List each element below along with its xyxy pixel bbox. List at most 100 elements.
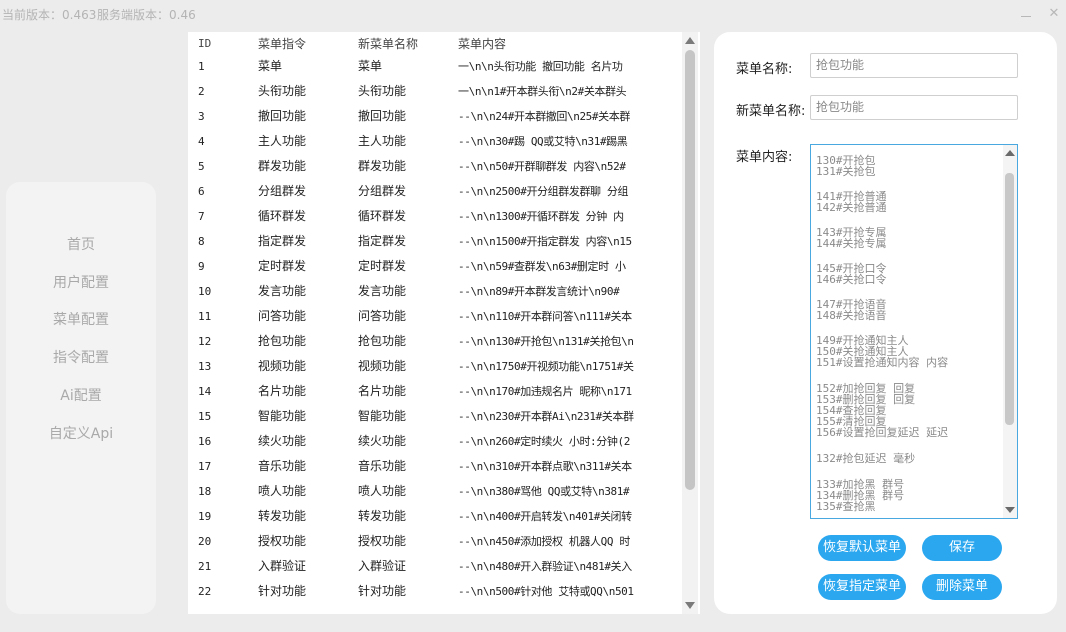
cell-id: 1 (198, 60, 205, 73)
cell-new-menu-name: 音乐功能 (358, 459, 407, 473)
cell-id: 7 (198, 210, 205, 223)
cell-id: 11 (198, 310, 212, 323)
cell-menu-content: --\n\n24#开本群撤回\n25#关本群 (458, 110, 630, 123)
sidebar-item-menu-config[interactable]: 菜单配置 (6, 309, 156, 329)
table-row[interactable]: 10 发言功能 发言功能 --\n\n89#开本群发言统计\n90# (188, 279, 678, 304)
cell-menu-content: --\n\n1300#开循环群发 分钟 内 (458, 210, 624, 223)
table-row[interactable]: 15 智能功能 智能功能 --\n\n230#开本群Ai\n231#关本群 (188, 404, 678, 429)
menu-content-textarea[interactable]: 130#开抢包 131#关抢包 141#开抢普通 142#关抢普通 143#开抢专属 14… (810, 144, 1018, 519)
sidebar-item-ai-config[interactable]: Ai配置 (6, 385, 156, 405)
cell-menu-content: --\n\n130#开抢包\n131#关抢包\n (458, 335, 634, 348)
table-row[interactable]: 5 群发功能 群发功能 --\n\n50#开群聊群发 内容\n52# (188, 154, 678, 179)
cell-new-menu-name: 发言功能 (358, 284, 407, 298)
cell-id: 20 (198, 535, 212, 548)
minimize-icon[interactable] (1018, 6, 1034, 22)
table-row[interactable]: 16 续火功能 续火功能 --\n\n260#定时续火 小时:分钟(2 (188, 429, 678, 454)
table-row[interactable]: 18 喷人功能 喷人功能 --\n\n380#骂他 QQ或艾特\n381# (188, 479, 678, 504)
new-menu-name-label: 新菜单名称: (736, 104, 806, 119)
cell-menu-command: 问答功能 (258, 309, 307, 323)
client-version: 当前版本：0.463 (2, 8, 97, 22)
cell-menu-command: 撤回功能 (258, 109, 307, 123)
cell-menu-content: --\n\n110#开本群问答\n111#关本 (458, 310, 632, 323)
table-row[interactable]: 1 菜单 菜单 一\n\n头衔功能 撤回功能 名片功 (188, 54, 678, 79)
content-line: 131#关抢包 (816, 165, 876, 178)
new-menu-name-input[interactable]: 抢包功能 (810, 95, 1018, 120)
cell-id: 18 (198, 485, 212, 498)
cell-menu-command: 指定群发 (258, 234, 307, 248)
cell-menu-command: 授权功能 (258, 534, 307, 548)
restore-specified-menu-button[interactable]: 恢复指定菜单 (818, 574, 906, 600)
menu-table: ID 菜单指令 新菜单名称 菜单内容 1 菜单 菜单 一\n\n头衔功能 撤回功能 名… (188, 32, 700, 614)
cell-menu-content: --\n\n310#开本群点歌\n311#关本 (458, 460, 632, 473)
cell-id: 3 (198, 110, 205, 123)
scroll-down-icon[interactable] (685, 602, 695, 609)
cell-menu-content: --\n\n450#添加授权 机器人QQ 时 (458, 535, 630, 548)
cell-new-menu-name: 转发功能 (358, 509, 407, 523)
header-new-menu-name: 新菜单名称 (358, 37, 419, 51)
textarea-scroll-down-icon[interactable] (1005, 507, 1015, 513)
table-row[interactable]: 3 撤回功能 撤回功能 --\n\n24#开本群撤回\n25#关本群 (188, 104, 678, 129)
cell-menu-content: --\n\n1750#开视频功能\n1751#关 (458, 360, 634, 373)
cell-menu-content: 一\n\n头衔功能 撤回功能 名片功 (458, 60, 623, 73)
table-row[interactable]: 20 授权功能 授权功能 --\n\n450#添加授权 机器人QQ 时 (188, 529, 678, 554)
cell-menu-command: 喷人功能 (258, 484, 307, 498)
sidebar-item-command-config[interactable]: 指令配置 (6, 347, 156, 367)
cell-menu-content: --\n\n230#开本群Ai\n231#关本群 (458, 410, 634, 423)
scroll-thumb[interactable] (685, 50, 695, 490)
cell-menu-command: 名片功能 (258, 384, 307, 398)
header-menu-command: 菜单指令 (258, 37, 307, 51)
cell-menu-content: --\n\n59#查群发\n63#删定时 小 (458, 260, 626, 273)
table-header: ID 菜单指令 新菜单名称 菜单内容 (188, 32, 678, 56)
cell-id: 19 (198, 510, 212, 523)
cell-new-menu-name: 抢包功能 (358, 334, 407, 348)
cell-id: 4 (198, 135, 205, 148)
save-button[interactable]: 保存 (922, 535, 1002, 561)
textarea-scroll-thumb[interactable] (1005, 173, 1014, 425)
table-row[interactable]: 11 问答功能 问答功能 --\n\n110#开本群问答\n111#关本 (188, 304, 678, 329)
textarea-scroll-up-icon[interactable] (1005, 150, 1015, 156)
cell-id: 22 (198, 585, 212, 598)
cell-id: 14 (198, 385, 212, 398)
table-row[interactable]: 21 入群验证 入群验证 --\n\n480#开入群验证\n481#关入 (188, 554, 678, 579)
table-row[interactable]: 12 抢包功能 抢包功能 --\n\n130#开抢包\n131#关抢包\n (188, 329, 678, 354)
restore-default-menu-button[interactable]: 恢复默认菜单 (818, 535, 906, 561)
header-id: ID (198, 37, 212, 50)
table-row[interactable]: 13 视频功能 视频功能 --\n\n1750#开视频功能\n1751#关 (188, 354, 678, 379)
cell-menu-content: --\n\n170#加违规名片 昵称\n171 (458, 385, 632, 398)
table-scrollbar[interactable] (682, 32, 698, 614)
table-row[interactable]: 8 指定群发 指定群发 --\n\n1500#开指定群发 内容\n15 (188, 229, 678, 254)
cell-new-menu-name: 续火功能 (358, 434, 407, 448)
table-row[interactable]: 19 转发功能 转发功能 --\n\n400#开启转发\n401#关闭转 (188, 504, 678, 529)
table-row[interactable]: 2 头衔功能 头衔功能 一\n\n1#开本群头衔\n2#关本群头 (188, 79, 678, 104)
sidebar-item-custom-api[interactable]: 自定义Api (6, 423, 156, 443)
table-row[interactable]: 22 针对功能 针对功能 --\n\n500#针对他 艾特或QQ\n501 (188, 579, 678, 604)
cell-menu-content: --\n\n2500#开分组群发群聊 分组 (458, 185, 629, 198)
close-icon[interactable]: ✕ (1046, 6, 1062, 22)
table-row[interactable]: 6 分组群发 分组群发 --\n\n2500#开分组群发群聊 分组 (188, 179, 678, 204)
cell-id: 9 (198, 260, 205, 273)
content-line: 148#关抢语音 (816, 309, 887, 322)
cell-new-menu-name: 视频功能 (358, 359, 407, 373)
cell-menu-command: 针对功能 (258, 584, 307, 598)
cell-id: 16 (198, 435, 212, 448)
scroll-up-icon[interactable] (685, 37, 695, 44)
table-row[interactable]: 14 名片功能 名片功能 --\n\n170#加违规名片 昵称\n171 (188, 379, 678, 404)
cell-menu-content: --\n\n89#开本群发言统计\n90# (458, 285, 620, 298)
title-bar: 当前版本：0.463 服务端版本：0.46 ✕ (0, 0, 1066, 28)
cell-menu-command: 定时群发 (258, 259, 307, 273)
textarea-scrollbar[interactable] (1003, 145, 1017, 518)
menu-name-input[interactable]: 抢包功能 (810, 53, 1018, 78)
table-row[interactable]: 4 主人功能 主人功能 --\n\n30#踢 QQ或艾特\n31#踢黑 (188, 129, 678, 154)
table-row[interactable]: 7 循环群发 循环群发 --\n\n1300#开循环群发 分钟 内 (188, 204, 678, 229)
delete-menu-button[interactable]: 删除菜单 (922, 574, 1002, 600)
sidebar-item-home[interactable]: 首页 (6, 234, 156, 254)
cell-menu-command: 分组群发 (258, 184, 307, 198)
cell-menu-command: 智能功能 (258, 409, 307, 423)
table-row[interactable]: 17 音乐功能 音乐功能 --\n\n310#开本群点歌\n311#关本 (188, 454, 678, 479)
cell-new-menu-name: 问答功能 (358, 309, 407, 323)
sidebar-item-user-config[interactable]: 用户配置 (6, 272, 156, 292)
cell-menu-content: --\n\n480#开入群验证\n481#关入 (458, 560, 632, 573)
table-row[interactable]: 9 定时群发 定时群发 --\n\n59#查群发\n63#删定时 小 (188, 254, 678, 279)
cell-menu-content: --\n\n380#骂他 QQ或艾特\n381# (458, 485, 630, 498)
cell-menu-command: 发言功能 (258, 284, 307, 298)
